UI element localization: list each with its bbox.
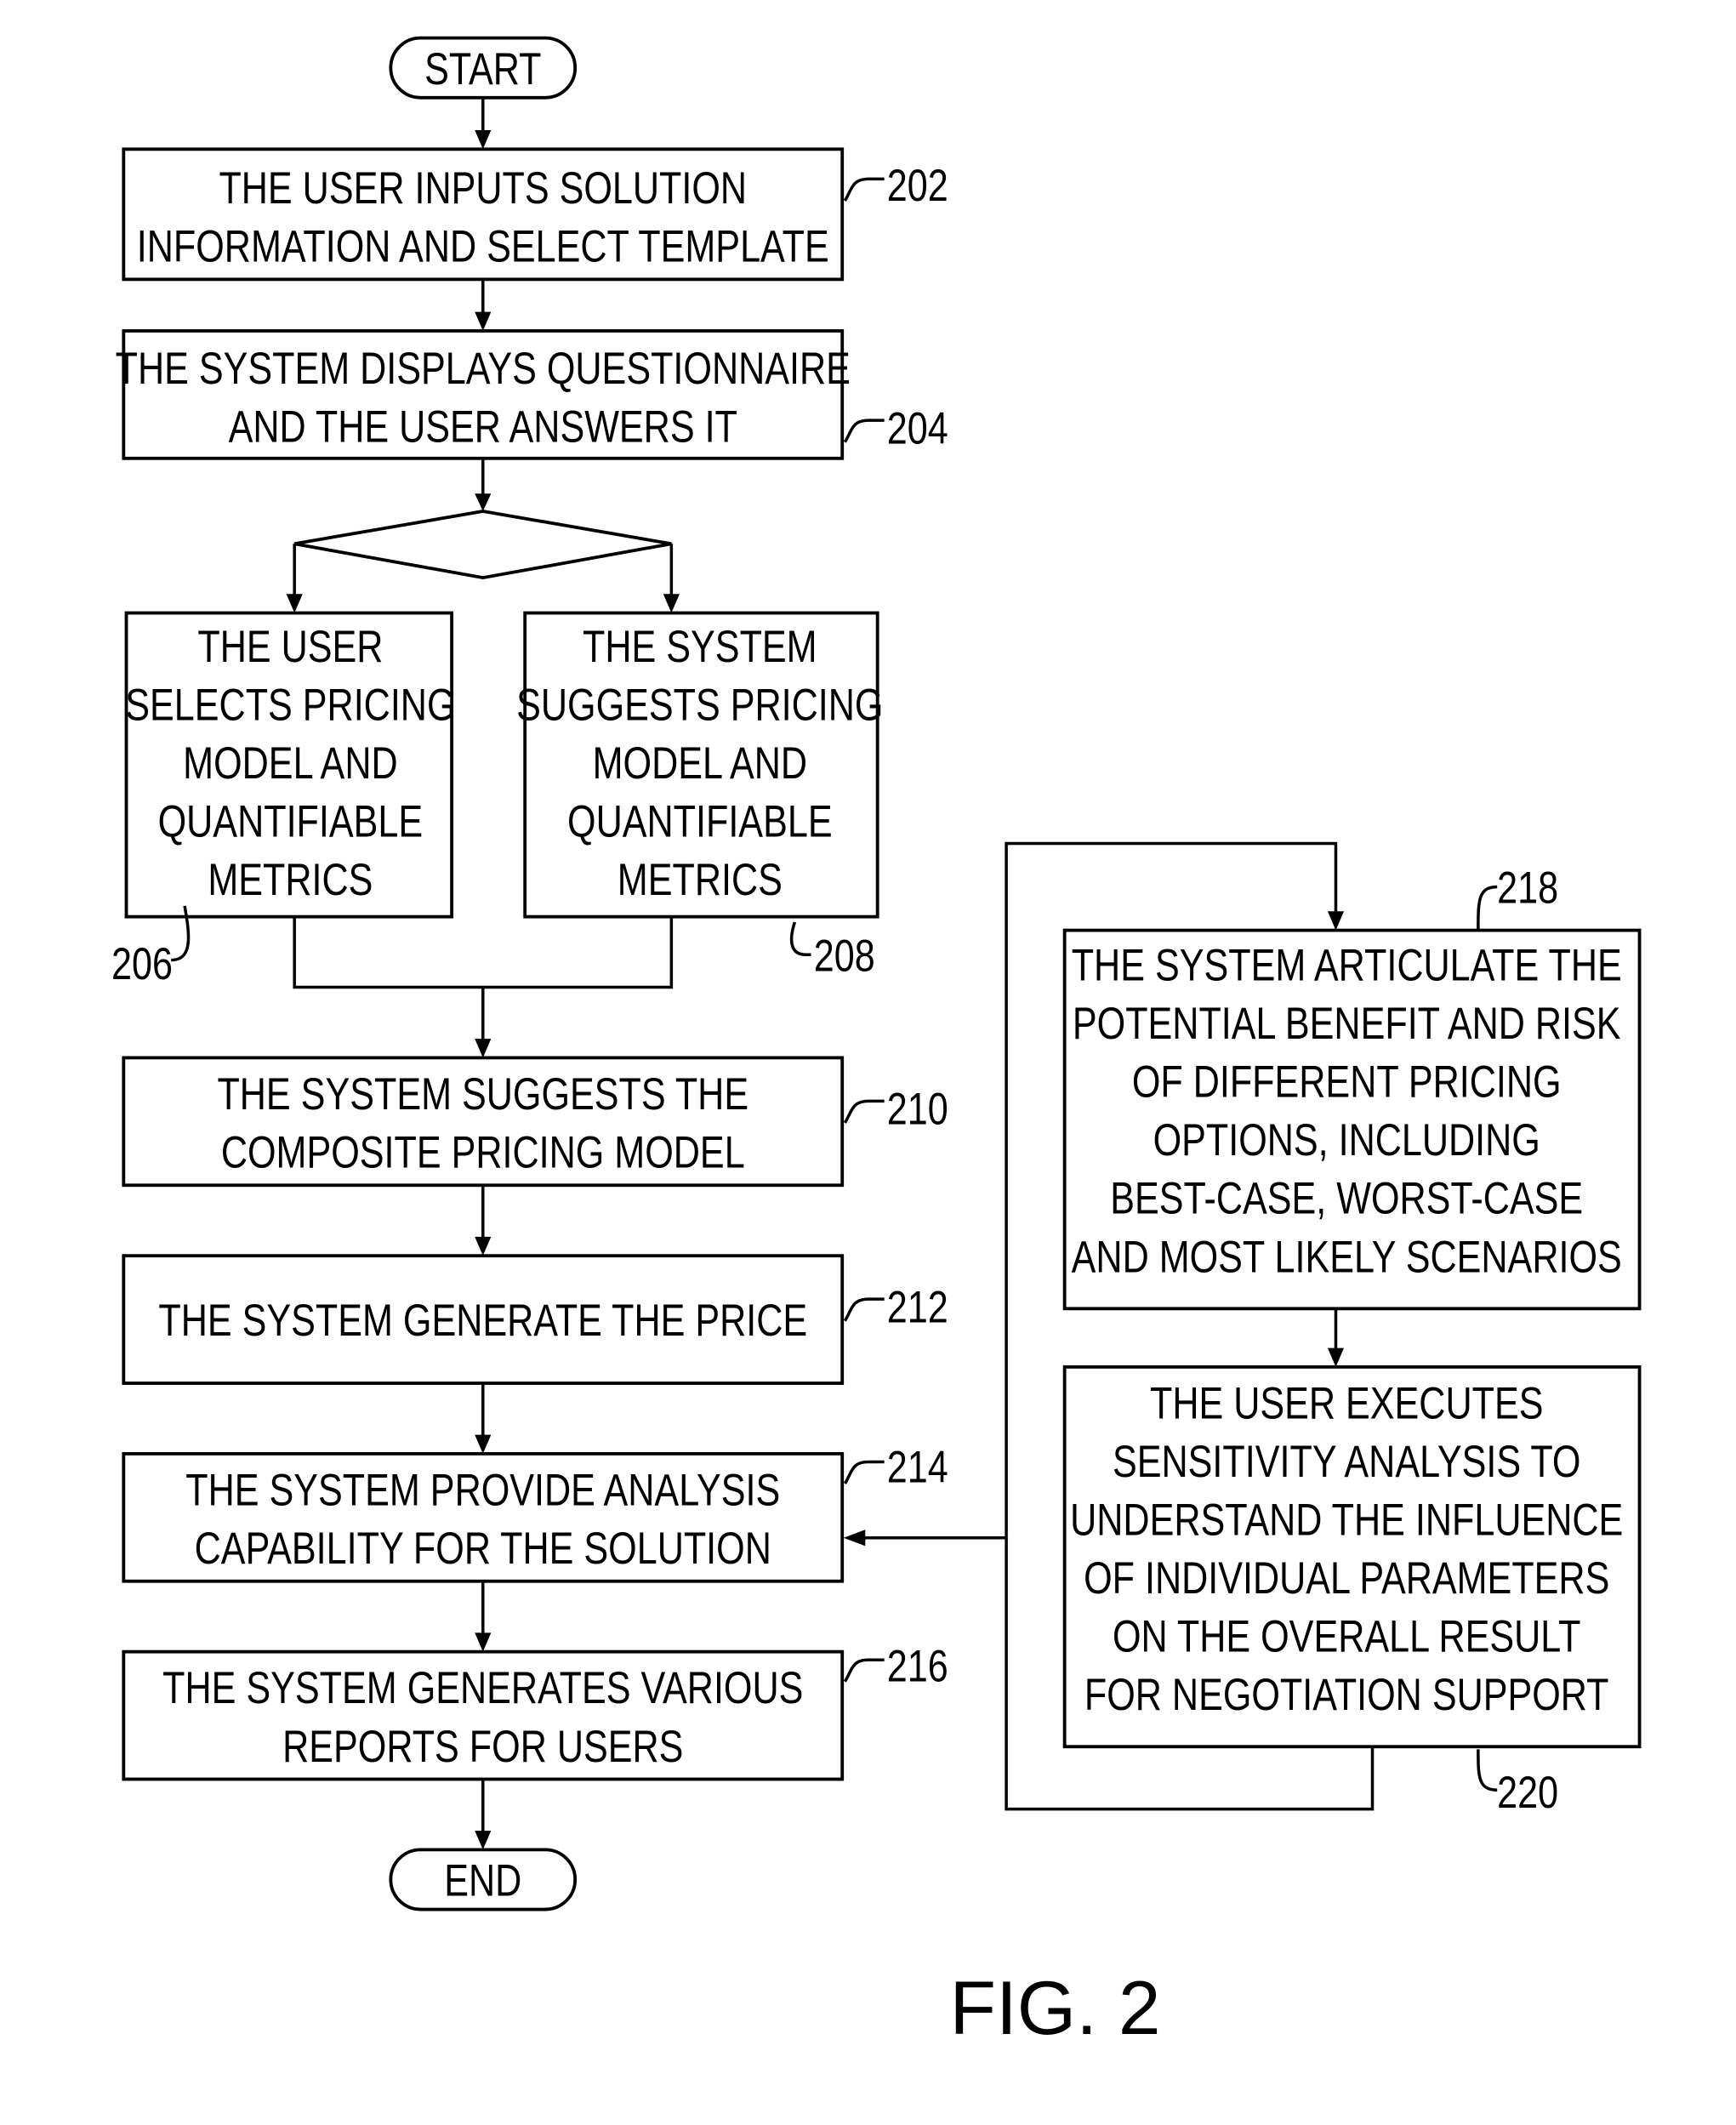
step-208-line-1: THE SYSTEM bbox=[583, 622, 817, 672]
arrowhead bbox=[475, 311, 492, 331]
ref-216: 216 bbox=[887, 1642, 948, 1692]
step-206-line-2: SELECTS PRICING bbox=[125, 680, 455, 730]
leader-204 bbox=[843, 419, 885, 443]
step-208-line-2: SUGGESTS PRICING bbox=[516, 680, 883, 730]
step-202: THE USER INPUTS SOLUTION INFORMATION AND… bbox=[122, 147, 948, 282]
arrowhead bbox=[1327, 1347, 1345, 1367]
step-220: THE USER EXECUTES SENSITIVITY ANALYSIS T… bbox=[1062, 1364, 1642, 1818]
step-220-line-3: UNDERSTAND THE INFLUENCE bbox=[1070, 1495, 1623, 1546]
step-218-line-2: POTENTIAL BENEFIT AND RISK bbox=[1073, 999, 1621, 1049]
step-202-line-2: INFORMATION AND SELECT TEMPLATE bbox=[137, 222, 829, 272]
arrowhead bbox=[475, 1831, 492, 1850]
step-218-line-5: BEST-CASE, WORST-CASE bbox=[1110, 1174, 1583, 1224]
ref-204: 204 bbox=[887, 403, 948, 453]
figure-caption: FIG. 2 bbox=[949, 1965, 1160, 2050]
arrowhead bbox=[475, 1434, 492, 1454]
step-220-line-5: ON THE OVERALL RESULT bbox=[1113, 1612, 1580, 1662]
ref-210: 210 bbox=[887, 1085, 948, 1135]
step-218-line-1: THE SYSTEM ARTICULATE THE bbox=[1072, 941, 1622, 991]
leader-218 bbox=[1477, 885, 1498, 931]
arrowhead bbox=[663, 594, 680, 613]
leader-214 bbox=[843, 1460, 885, 1484]
step-220-line-1: THE USER EXECUTES bbox=[1150, 1378, 1543, 1428]
ref-220: 220 bbox=[1497, 1768, 1558, 1818]
step-210-line-1: THE SYSTEM SUGGESTS THE bbox=[217, 1069, 748, 1119]
step-208-line-5: METRICS bbox=[618, 855, 783, 905]
arrowhead bbox=[475, 1632, 492, 1652]
leader-210 bbox=[843, 1099, 885, 1124]
step-212: THE SYSTEM GENERATE THE PRICE 212 bbox=[122, 1254, 948, 1385]
arrowhead bbox=[843, 1530, 866, 1547]
step-218-line-4: OPTIONS, INCLUDING bbox=[1153, 1115, 1540, 1165]
merge-connector bbox=[293, 916, 674, 989]
arrowhead bbox=[475, 493, 492, 511]
step-204-line-2: AND THE USER ANSWERS IT bbox=[229, 402, 737, 453]
step-218-line-6: AND MOST LIKELY SCENARIOS bbox=[1072, 1232, 1622, 1282]
arrowhead bbox=[286, 594, 303, 613]
arrowhead bbox=[475, 1039, 492, 1058]
step-206-line-5: METRICS bbox=[208, 855, 373, 905]
leader-212 bbox=[843, 1297, 885, 1322]
ref-202: 202 bbox=[887, 161, 948, 211]
step-208-line-4: QUANTIFIABLE bbox=[567, 797, 833, 847]
step-214-line-2: CAPABILITY FOR THE SOLUTION bbox=[195, 1524, 771, 1574]
arrowhead bbox=[475, 1236, 492, 1256]
step-206: THE USER SELECTS PRICING MODEL AND QUANT… bbox=[111, 611, 456, 989]
step-214: THE SYSTEM PROVIDE ANALYSIS CAPABILITY F… bbox=[122, 1442, 948, 1583]
step-220-line-6: FOR NEGOTIATION SUPPORT bbox=[1084, 1670, 1609, 1720]
leader-202 bbox=[843, 177, 885, 202]
step-206-line-3: MODEL AND bbox=[183, 738, 397, 789]
ref-212: 212 bbox=[887, 1282, 948, 1332]
arrowhead bbox=[475, 130, 492, 150]
step-206-line-1: THE USER bbox=[197, 622, 383, 672]
step-214-line-1: THE SYSTEM PROVIDE ANALYSIS bbox=[185, 1465, 780, 1515]
step-202-line-1: THE USER INPUTS SOLUTION bbox=[219, 163, 747, 214]
step-216: THE SYSTEM GENERATES VARIOUS REPORTS FOR… bbox=[122, 1642, 948, 1781]
ref-218: 218 bbox=[1497, 863, 1558, 914]
step-218: THE SYSTEM ARTICULATE THE POTENTIAL BENE… bbox=[1062, 863, 1642, 1311]
end-label: END bbox=[444, 1856, 521, 1906]
arrowhead bbox=[1327, 911, 1345, 931]
step-220-line-2: SENSITIVITY ANALYSIS TO bbox=[1113, 1437, 1580, 1487]
ref-208: 208 bbox=[814, 931, 875, 981]
step-208-line-3: MODEL AND bbox=[593, 738, 807, 789]
leader-208 bbox=[789, 921, 811, 957]
step-210: THE SYSTEM SUGGESTS THE COMPOSITE PRICIN… bbox=[122, 1056, 948, 1188]
ref-214: 214 bbox=[887, 1442, 948, 1492]
leader-220 bbox=[1477, 1749, 1498, 1792]
ref-206: 206 bbox=[111, 939, 173, 989]
leader-216 bbox=[843, 1658, 885, 1683]
step-216-line-1: THE SYSTEM GENERATES VARIOUS bbox=[162, 1663, 803, 1713]
flowchart-fig-2: START THE USER INPUTS SOLUTION INFORMATI… bbox=[111, 36, 1642, 2050]
start-terminator: START bbox=[389, 36, 578, 100]
step-204: THE SYSTEM DISPLAYS QUESTIONNAIRE AND TH… bbox=[116, 329, 948, 460]
step-212-line-1: THE SYSTEM GENERATE THE PRICE bbox=[158, 1296, 807, 1346]
step-204-line-1: THE SYSTEM DISPLAYS QUESTIONNAIRE bbox=[116, 344, 851, 394]
step-210-line-2: COMPOSITE PRICING MODEL bbox=[221, 1128, 745, 1178]
step-208: THE SYSTEM SUGGESTS PRICING MODEL AND QU… bbox=[516, 611, 883, 981]
step-206-line-4: QUANTIFIABLE bbox=[158, 797, 424, 847]
decision-diamond bbox=[293, 510, 672, 580]
start-label: START bbox=[424, 44, 541, 94]
step-216-line-2: REPORTS FOR USERS bbox=[282, 1722, 683, 1772]
end-terminator: END bbox=[389, 1848, 578, 1911]
step-218-line-3: OF DIFFERENT PRICING bbox=[1132, 1057, 1562, 1108]
step-220-line-4: OF INDIVIDUAL PARAMETERS bbox=[1084, 1553, 1609, 1604]
